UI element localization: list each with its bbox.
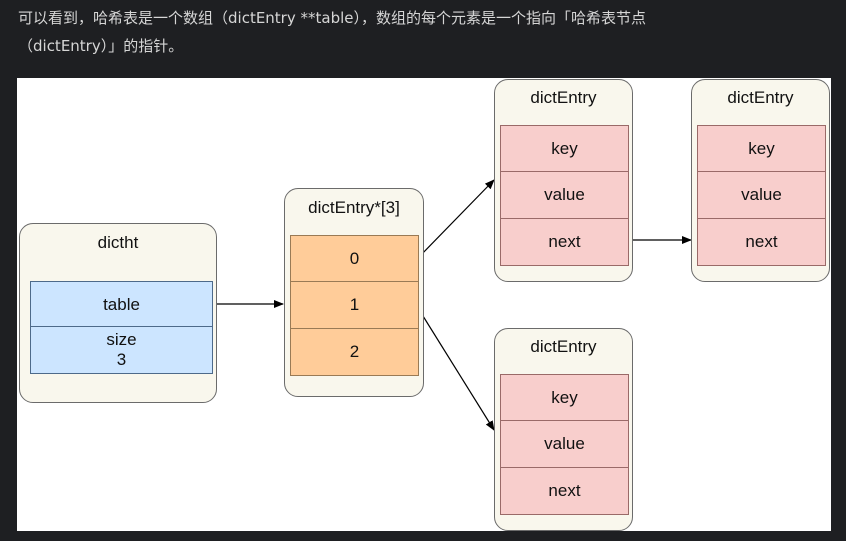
dict-entry-next: next bbox=[500, 218, 629, 266]
dict-entry-node-b: dictEntry key value next bbox=[691, 79, 830, 282]
dict-entry-value-label: value bbox=[544, 434, 585, 453]
dict-entry-next: next bbox=[500, 467, 629, 515]
dict-entry-title: dictEntry bbox=[727, 88, 794, 107]
dict-entry-value: value bbox=[500, 171, 629, 219]
dict-entry-next-label: next bbox=[548, 481, 581, 500]
arrow-slot1-to-entry bbox=[417, 307, 495, 431]
dictht-size-value: 3 bbox=[116, 350, 127, 369]
bucket-slot-label: 0 bbox=[349, 249, 360, 268]
dictht-size-field: size 3 bbox=[30, 326, 213, 374]
dict-entry-key-label: key bbox=[748, 139, 775, 158]
dictht-node: dictht table size 3 bbox=[19, 223, 217, 403]
dict-entry-value-label: value bbox=[741, 185, 782, 204]
dict-entry-value: value bbox=[697, 171, 826, 219]
dictht-table-field: table bbox=[30, 281, 213, 328]
bucket-slot: 1 bbox=[290, 281, 419, 329]
arrow-slot0-to-entry bbox=[417, 179, 495, 259]
caption-text: 可以看到，哈希表是一个数组（dictEntry **table），数组的每个元素… bbox=[18, 4, 818, 60]
dict-entry-key-label: key bbox=[551, 388, 578, 407]
dict-entry-title: dictEntry bbox=[530, 337, 597, 356]
dict-entry-key: key bbox=[500, 374, 629, 422]
dictht-size-label: size bbox=[106, 330, 137, 349]
bucket-slot: 0 bbox=[290, 235, 419, 283]
caption-line-1: 可以看到，哈希表是一个数组（dictEntry **table），数组的每个元素… bbox=[18, 9, 646, 27]
dict-entry-node-c: dictEntry key value next bbox=[494, 328, 633, 531]
bucket-array-title: dictEntry*[3] bbox=[308, 198, 400, 217]
dict-entry-key: key bbox=[500, 125, 629, 173]
dict-entry-next-label: next bbox=[745, 232, 778, 251]
dict-entry-value-label: value bbox=[544, 185, 585, 204]
dictht-title: dictht bbox=[97, 233, 139, 252]
dict-entry-title: dictEntry bbox=[530, 88, 597, 107]
bucket-slot-label: 2 bbox=[349, 342, 360, 361]
hash-table-diagram: dictht table size 3 dictEntry*[3] 0 1 2 … bbox=[17, 78, 831, 531]
dict-entry-value: value bbox=[500, 420, 629, 468]
dict-entry-key-label: key bbox=[551, 139, 578, 158]
bucket-slot: 2 bbox=[290, 328, 419, 376]
dict-entry-node-a: dictEntry key value next bbox=[494, 79, 633, 282]
dict-entry-next: next bbox=[697, 218, 826, 266]
dict-entry-next-label: next bbox=[548, 232, 581, 251]
dictht-table-label: table bbox=[103, 294, 140, 314]
caption-line-2: （dictEntry）」的指针。 bbox=[18, 37, 184, 55]
bucket-slot-label: 1 bbox=[349, 295, 360, 314]
dict-entry-key: key bbox=[697, 125, 826, 173]
bucket-array-node: dictEntry*[3] 0 1 2 bbox=[284, 188, 424, 397]
